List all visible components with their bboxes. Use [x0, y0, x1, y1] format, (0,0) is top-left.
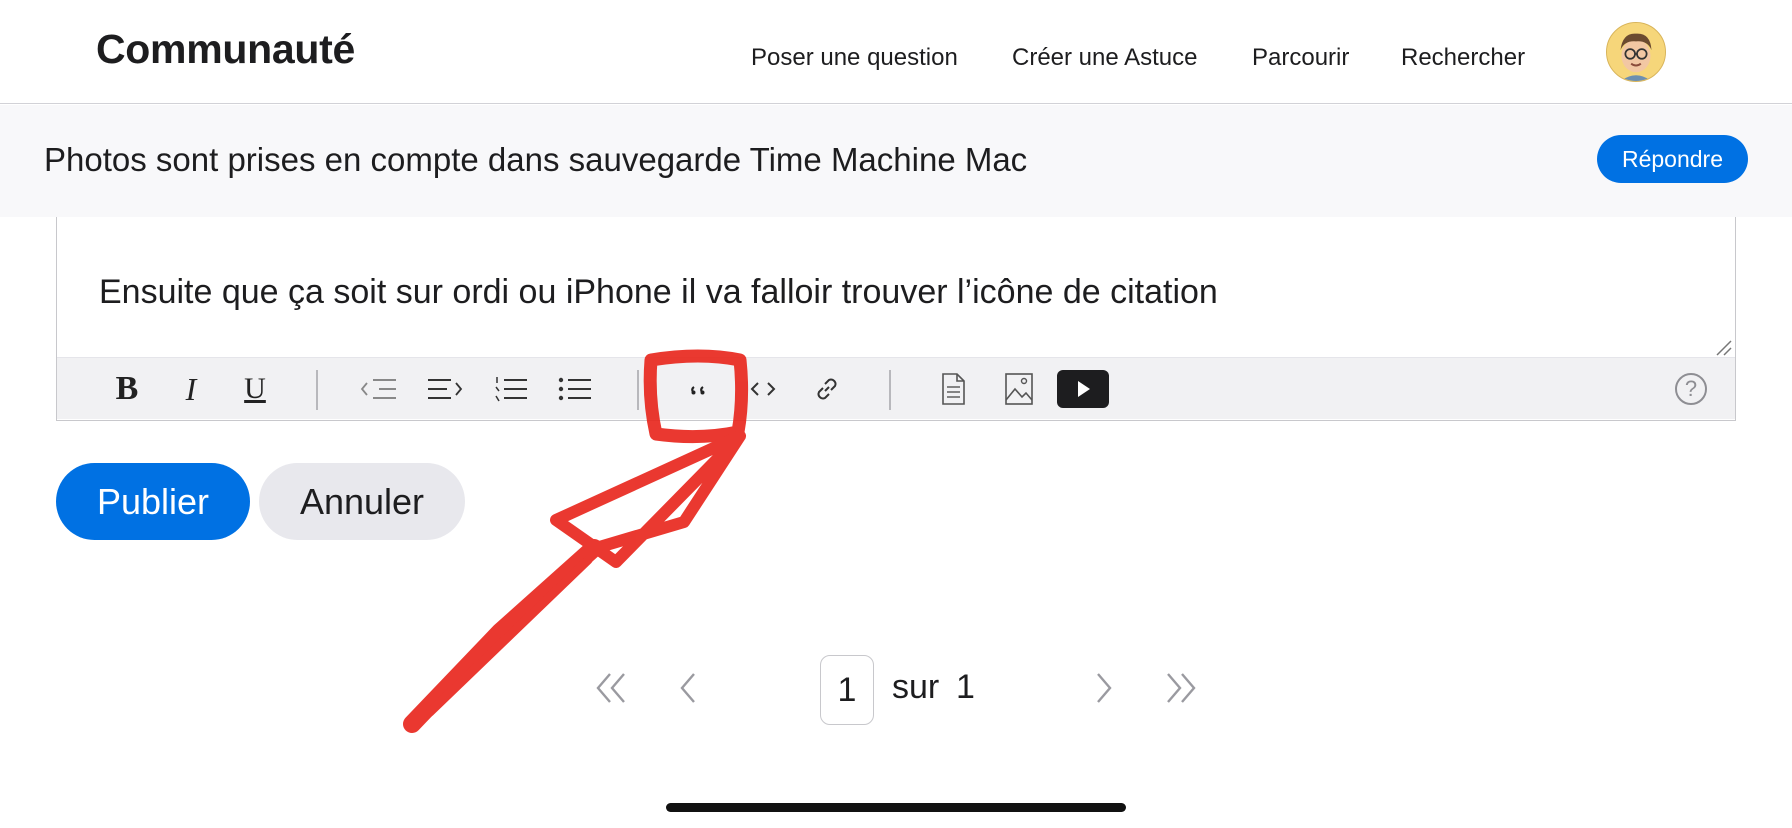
- quote-button[interactable]: [677, 367, 721, 411]
- double-chevron-right-icon: [1167, 673, 1196, 703]
- toolbar-divider: [637, 370, 639, 410]
- chevron-left-icon: [680, 673, 695, 703]
- avatar[interactable]: [1606, 22, 1666, 82]
- indent-button[interactable]: [423, 367, 467, 411]
- reply-editor[interactable]: Ensuite que ça soit sur ordi ou iPhone i…: [56, 217, 1736, 421]
- numbered-list-button[interactable]: [489, 367, 533, 411]
- bold-icon: B: [115, 370, 139, 407]
- nav-ask-question[interactable]: Poser une question: [751, 44, 958, 72]
- thread-title: Photos sont prises en compte dans sauveg…: [44, 141, 1028, 178]
- first-page-button[interactable]: [594, 668, 630, 713]
- double-chevron-left-icon: [596, 673, 625, 703]
- thread-title-bar: Photos sont prises en compte dans sauveg…: [0, 105, 1792, 217]
- outdent-button[interactable]: [357, 367, 401, 411]
- previous-page-button[interactable]: [678, 668, 700, 713]
- publish-button[interactable]: Publier: [56, 463, 250, 540]
- home-indicator: [666, 803, 1126, 812]
- top-navigation: Communauté Poser une question Créer une …: [0, 0, 1792, 104]
- underline-button[interactable]: U: [233, 367, 277, 411]
- current-page-input[interactable]: 1: [820, 655, 874, 725]
- insert-video-button[interactable]: [1057, 367, 1109, 411]
- total-pages: 1: [956, 668, 975, 706]
- help-glyph: ?: [1684, 376, 1698, 401]
- help-icon: ?: [1675, 373, 1707, 405]
- resize-handle-icon[interactable]: [1713, 337, 1733, 357]
- community-brand[interactable]: Communauté: [96, 26, 355, 73]
- clipped-text-fragment: [259, 217, 299, 223]
- link-button[interactable]: [805, 367, 849, 411]
- code-icon: [750, 382, 776, 396]
- nav-search[interactable]: Rechercher: [1401, 44, 1525, 72]
- italic-icon: I: [185, 370, 197, 407]
- video-icon: [1057, 370, 1109, 408]
- bold-button[interactable]: B: [105, 367, 149, 411]
- nav-create-tip[interactable]: Créer une Astuce: [1012, 44, 1197, 72]
- nav-browse[interactable]: Parcourir: [1252, 44, 1349, 72]
- bulleted-list-button[interactable]: [553, 367, 597, 411]
- chevron-right-icon: [1097, 673, 1112, 703]
- bulleted-list-icon: [558, 377, 591, 401]
- link-icon: [817, 378, 837, 400]
- insert-document-button[interactable]: [931, 367, 975, 411]
- indent-icon: [428, 379, 463, 399]
- numbered-list-icon: [495, 377, 527, 402]
- code-button[interactable]: [741, 367, 785, 411]
- next-page-button[interactable]: [1092, 668, 1114, 713]
- cancel-button[interactable]: Annuler: [259, 463, 465, 540]
- document-icon: [942, 373, 965, 405]
- help-button[interactable]: ?: [1669, 367, 1713, 411]
- toolbar-divider: [316, 370, 318, 410]
- reply-button[interactable]: Répondre: [1597, 135, 1748, 183]
- italic-button[interactable]: I: [169, 367, 213, 411]
- last-page-button[interactable]: [1162, 668, 1198, 713]
- image-icon: [1005, 373, 1033, 405]
- insert-image-button[interactable]: [997, 367, 1041, 411]
- editor-text[interactable]: Ensuite que ça soit sur ordi ou iPhone i…: [99, 273, 1218, 312]
- outdent-icon: [360, 379, 396, 399]
- toolbar-divider: [889, 370, 891, 410]
- formatting-toolbar: B I U ?: [57, 357, 1735, 419]
- quote-icon: [691, 386, 705, 395]
- page-of-label: sur: [892, 668, 940, 706]
- underline-icon: U: [244, 372, 266, 405]
- memoji-avatar-icon: [1607, 23, 1665, 81]
